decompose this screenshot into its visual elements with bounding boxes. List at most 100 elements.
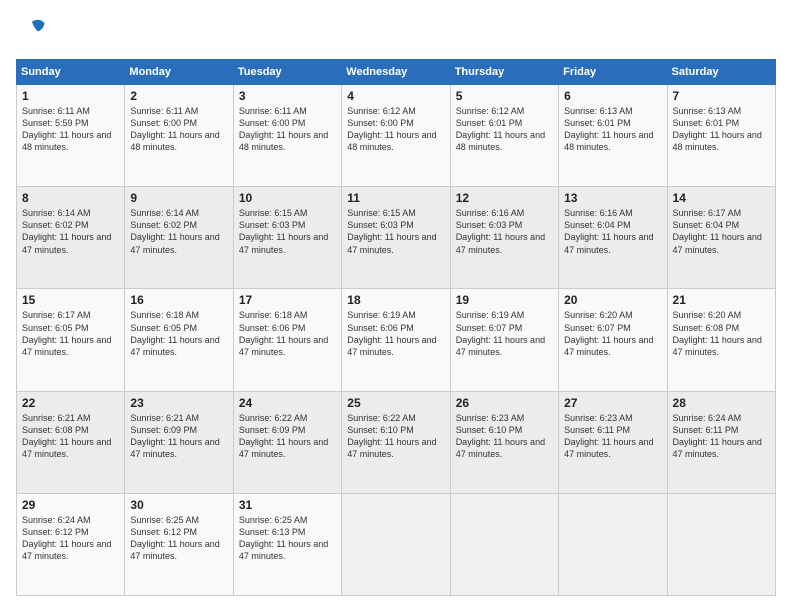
day-number: 20	[564, 293, 661, 307]
day-cell: 15 Sunrise: 6:17 AM Sunset: 6:05 PM Dayl…	[17, 289, 125, 391]
day-cell: 14 Sunrise: 6:17 AM Sunset: 6:04 PM Dayl…	[667, 187, 775, 289]
day-number: 4	[347, 89, 444, 103]
day-info: Sunrise: 6:25 AM Sunset: 6:13 PM Dayligh…	[239, 514, 336, 563]
weekday-header-thursday: Thursday	[450, 60, 558, 85]
day-info: Sunrise: 6:22 AM Sunset: 6:09 PM Dayligh…	[239, 412, 336, 461]
day-cell: 7 Sunrise: 6:13 AM Sunset: 6:01 PM Dayli…	[667, 85, 775, 187]
day-cell: 3 Sunrise: 6:11 AM Sunset: 6:00 PM Dayli…	[233, 85, 341, 187]
weekday-header-tuesday: Tuesday	[233, 60, 341, 85]
day-info: Sunrise: 6:25 AM Sunset: 6:12 PM Dayligh…	[130, 514, 227, 563]
week-row-4: 22 Sunrise: 6:21 AM Sunset: 6:08 PM Dayl…	[17, 391, 776, 493]
day-number: 14	[673, 191, 770, 205]
day-number: 9	[130, 191, 227, 205]
day-number: 3	[239, 89, 336, 103]
logo-icon	[18, 16, 46, 44]
day-info: Sunrise: 6:21 AM Sunset: 6:09 PM Dayligh…	[130, 412, 227, 461]
day-info: Sunrise: 6:14 AM Sunset: 6:02 PM Dayligh…	[22, 207, 119, 256]
logo	[16, 16, 46, 49]
calendar-page: SundayMondayTuesdayWednesdayThursdayFrid…	[0, 0, 792, 612]
day-number: 28	[673, 396, 770, 410]
day-info: Sunrise: 6:14 AM Sunset: 6:02 PM Dayligh…	[130, 207, 227, 256]
day-number: 2	[130, 89, 227, 103]
day-number: 13	[564, 191, 661, 205]
day-info: Sunrise: 6:23 AM Sunset: 6:11 PM Dayligh…	[564, 412, 661, 461]
day-cell: 6 Sunrise: 6:13 AM Sunset: 6:01 PM Dayli…	[559, 85, 667, 187]
weekday-header-friday: Friday	[559, 60, 667, 85]
week-row-3: 15 Sunrise: 6:17 AM Sunset: 6:05 PM Dayl…	[17, 289, 776, 391]
day-cell: 27 Sunrise: 6:23 AM Sunset: 6:11 PM Dayl…	[559, 391, 667, 493]
day-cell: 26 Sunrise: 6:23 AM Sunset: 6:10 PM Dayl…	[450, 391, 558, 493]
day-cell: 21 Sunrise: 6:20 AM Sunset: 6:08 PM Dayl…	[667, 289, 775, 391]
day-cell: 31 Sunrise: 6:25 AM Sunset: 6:13 PM Dayl…	[233, 493, 341, 595]
day-cell: 12 Sunrise: 6:16 AM Sunset: 6:03 PM Dayl…	[450, 187, 558, 289]
day-number: 11	[347, 191, 444, 205]
day-number: 30	[130, 498, 227, 512]
weekday-header-sunday: Sunday	[17, 60, 125, 85]
day-number: 17	[239, 293, 336, 307]
day-cell	[559, 493, 667, 595]
week-row-1: 1 Sunrise: 6:11 AM Sunset: 5:59 PM Dayli…	[17, 85, 776, 187]
day-cell: 4 Sunrise: 6:12 AM Sunset: 6:00 PM Dayli…	[342, 85, 450, 187]
calendar-table: SundayMondayTuesdayWednesdayThursdayFrid…	[16, 59, 776, 596]
day-number: 10	[239, 191, 336, 205]
day-number: 26	[456, 396, 553, 410]
day-cell: 22 Sunrise: 6:21 AM Sunset: 6:08 PM Dayl…	[17, 391, 125, 493]
day-number: 19	[456, 293, 553, 307]
day-cell	[667, 493, 775, 595]
day-info: Sunrise: 6:19 AM Sunset: 6:07 PM Dayligh…	[456, 309, 553, 358]
day-info: Sunrise: 6:17 AM Sunset: 6:04 PM Dayligh…	[673, 207, 770, 256]
day-number: 31	[239, 498, 336, 512]
day-number: 16	[130, 293, 227, 307]
day-info: Sunrise: 6:17 AM Sunset: 6:05 PM Dayligh…	[22, 309, 119, 358]
week-row-5: 29 Sunrise: 6:24 AM Sunset: 6:12 PM Dayl…	[17, 493, 776, 595]
day-cell: 20 Sunrise: 6:20 AM Sunset: 6:07 PM Dayl…	[559, 289, 667, 391]
day-cell	[342, 493, 450, 595]
day-info: Sunrise: 6:15 AM Sunset: 6:03 PM Dayligh…	[347, 207, 444, 256]
day-cell	[450, 493, 558, 595]
day-info: Sunrise: 6:12 AM Sunset: 6:00 PM Dayligh…	[347, 105, 444, 154]
day-number: 12	[456, 191, 553, 205]
day-info: Sunrise: 6:24 AM Sunset: 6:12 PM Dayligh…	[22, 514, 119, 563]
day-info: Sunrise: 6:11 AM Sunset: 6:00 PM Dayligh…	[239, 105, 336, 154]
day-number: 18	[347, 293, 444, 307]
weekday-row: SundayMondayTuesdayWednesdayThursdayFrid…	[17, 60, 776, 85]
day-cell: 9 Sunrise: 6:14 AM Sunset: 6:02 PM Dayli…	[125, 187, 233, 289]
day-info: Sunrise: 6:22 AM Sunset: 6:10 PM Dayligh…	[347, 412, 444, 461]
day-info: Sunrise: 6:20 AM Sunset: 6:08 PM Dayligh…	[673, 309, 770, 358]
day-cell: 29 Sunrise: 6:24 AM Sunset: 6:12 PM Dayl…	[17, 493, 125, 595]
day-number: 5	[456, 89, 553, 103]
day-cell: 10 Sunrise: 6:15 AM Sunset: 6:03 PM Dayl…	[233, 187, 341, 289]
weekday-header-wednesday: Wednesday	[342, 60, 450, 85]
day-info: Sunrise: 6:20 AM Sunset: 6:07 PM Dayligh…	[564, 309, 661, 358]
day-number: 1	[22, 89, 119, 103]
day-number: 27	[564, 396, 661, 410]
calendar-header: SundayMondayTuesdayWednesdayThursdayFrid…	[17, 60, 776, 85]
day-cell: 25 Sunrise: 6:22 AM Sunset: 6:10 PM Dayl…	[342, 391, 450, 493]
day-cell: 5 Sunrise: 6:12 AM Sunset: 6:01 PM Dayli…	[450, 85, 558, 187]
day-info: Sunrise: 6:12 AM Sunset: 6:01 PM Dayligh…	[456, 105, 553, 154]
day-cell: 28 Sunrise: 6:24 AM Sunset: 6:11 PM Dayl…	[667, 391, 775, 493]
day-cell: 8 Sunrise: 6:14 AM Sunset: 6:02 PM Dayli…	[17, 187, 125, 289]
day-number: 8	[22, 191, 119, 205]
day-info: Sunrise: 6:11 AM Sunset: 5:59 PM Dayligh…	[22, 105, 119, 154]
day-number: 7	[673, 89, 770, 103]
week-row-2: 8 Sunrise: 6:14 AM Sunset: 6:02 PM Dayli…	[17, 187, 776, 289]
day-cell: 17 Sunrise: 6:18 AM Sunset: 6:06 PM Dayl…	[233, 289, 341, 391]
day-number: 15	[22, 293, 119, 307]
day-cell: 11 Sunrise: 6:15 AM Sunset: 6:03 PM Dayl…	[342, 187, 450, 289]
header	[16, 16, 776, 49]
day-info: Sunrise: 6:15 AM Sunset: 6:03 PM Dayligh…	[239, 207, 336, 256]
day-info: Sunrise: 6:13 AM Sunset: 6:01 PM Dayligh…	[673, 105, 770, 154]
day-number: 29	[22, 498, 119, 512]
day-info: Sunrise: 6:23 AM Sunset: 6:10 PM Dayligh…	[456, 412, 553, 461]
day-info: Sunrise: 6:24 AM Sunset: 6:11 PM Dayligh…	[673, 412, 770, 461]
day-cell: 1 Sunrise: 6:11 AM Sunset: 5:59 PM Dayli…	[17, 85, 125, 187]
weekday-header-monday: Monday	[125, 60, 233, 85]
day-cell: 24 Sunrise: 6:22 AM Sunset: 6:09 PM Dayl…	[233, 391, 341, 493]
day-number: 21	[673, 293, 770, 307]
day-info: Sunrise: 6:18 AM Sunset: 6:05 PM Dayligh…	[130, 309, 227, 358]
day-number: 22	[22, 396, 119, 410]
day-cell: 18 Sunrise: 6:19 AM Sunset: 6:06 PM Dayl…	[342, 289, 450, 391]
day-cell: 16 Sunrise: 6:18 AM Sunset: 6:05 PM Dayl…	[125, 289, 233, 391]
day-cell: 2 Sunrise: 6:11 AM Sunset: 6:00 PM Dayli…	[125, 85, 233, 187]
